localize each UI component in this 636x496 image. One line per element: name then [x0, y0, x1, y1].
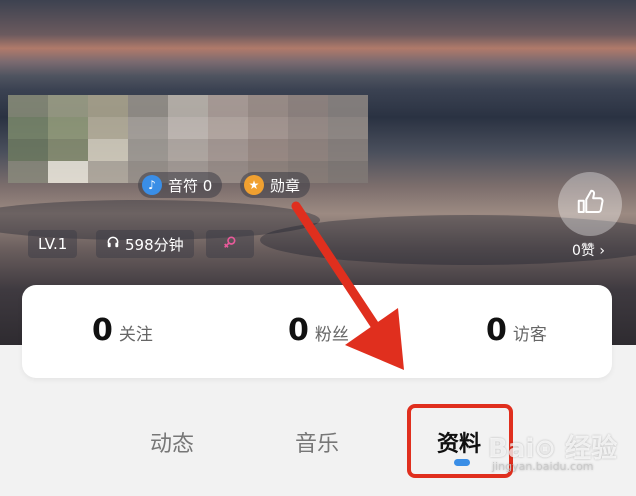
medal-badge[interactable]: ★ 勋章 — [240, 172, 311, 198]
stat-label: 粉丝 — [314, 325, 349, 345]
stat-following[interactable]: 0 关注 — [92, 313, 153, 348]
stat-label: 访客 — [512, 325, 547, 345]
level-label: LV.1 — [38, 235, 68, 253]
female-gender-icon — [222, 234, 238, 254]
blurred-avatar-and-username — [8, 95, 368, 183]
like-button[interactable] — [558, 172, 622, 236]
stat-fans[interactable]: 0 粉丝 — [288, 313, 349, 348]
music-note-icon: ♪ — [142, 175, 162, 195]
stat-value: 0 — [486, 313, 507, 348]
like-count-link[interactable]: 0赞 › — [572, 240, 605, 260]
watermark-logo: Bai⊙ 经验 jingyan.baidu.com — [488, 428, 617, 473]
thumbs-up-icon — [575, 187, 605, 221]
level-pill[interactable]: LV.1 — [28, 230, 78, 258]
notes-badge[interactable]: ♪ 音符 0 — [138, 172, 223, 198]
star-medal-icon: ★ — [244, 175, 264, 195]
medal-badge-label: 勋章 — [270, 176, 301, 195]
stats-card: 0 关注 0 粉丝 0 访客 — [22, 285, 612, 378]
stat-label: 关注 — [118, 325, 153, 345]
tab-music[interactable]: 音乐 — [295, 426, 339, 458]
listen-time-label: 598分钟 — [125, 235, 184, 254]
notes-badge-label: 音符 0 — [168, 176, 213, 195]
listen-time-pill[interactable]: 598分钟 — [96, 230, 194, 258]
stat-value: 0 — [288, 313, 309, 348]
headphones-icon — [106, 235, 120, 253]
gender-pill[interactable] — [206, 230, 254, 258]
stat-value: 0 — [92, 313, 113, 348]
tab-activity[interactable]: 动态 — [150, 426, 194, 458]
watermark-url: jingyan.baidu.com — [492, 460, 594, 473]
stat-visitors[interactable]: 0 访客 — [486, 313, 547, 348]
